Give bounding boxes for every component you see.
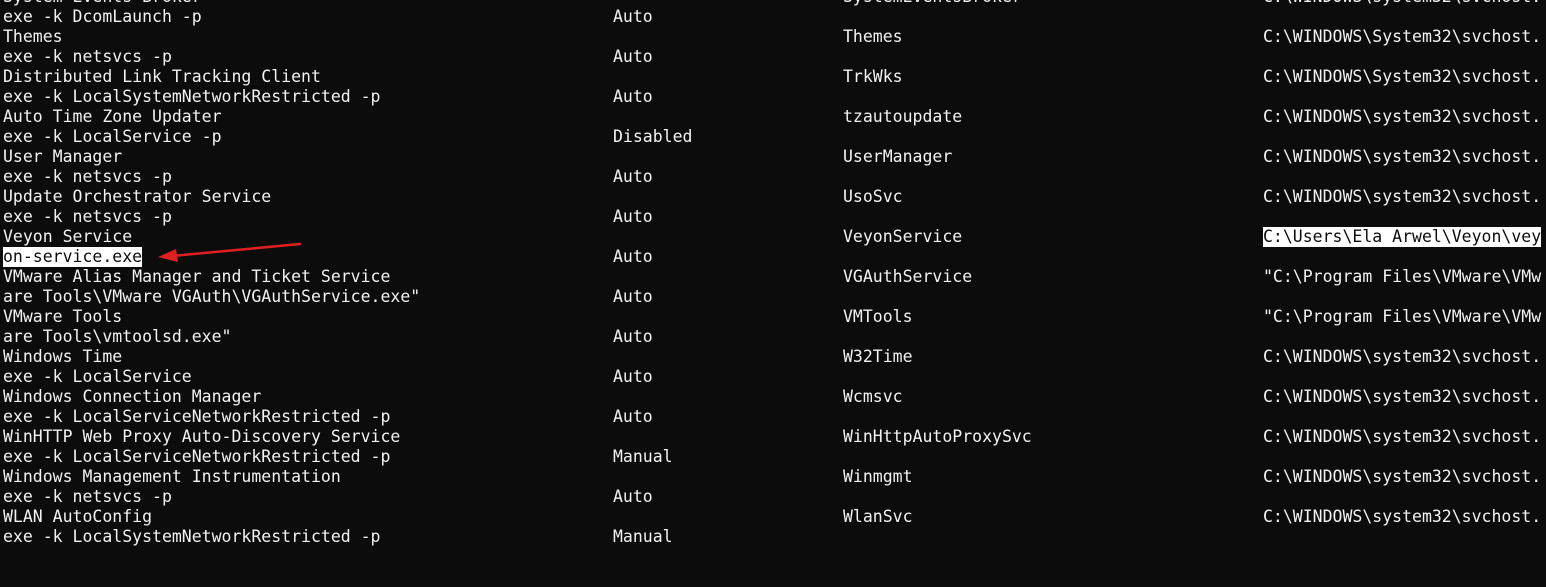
terminal-line: are Tools\VMware VGAuth\VGAuthService.ex… — [0, 287, 1546, 307]
start-mode-cell: Auto — [613, 367, 653, 386]
display-name-cell: exe -k netsvcs -p — [3, 487, 172, 506]
selected-display-name-cell: on-service.exe — [3, 247, 143, 267]
display-name-cell: exe -k DcomLaunch -p — [3, 7, 202, 26]
service-name-cell: WinHttpAutoProxySvc — [843, 427, 1032, 446]
display-name-cell: Veyon Service — [3, 227, 133, 246]
service-name-cell: UserManager — [843, 147, 953, 166]
display-name-cell: exe -k LocalService -p — [3, 127, 222, 146]
terminal-line: exe -k netsvcs -p Auto — [0, 167, 1546, 187]
display-name-cell: Auto Time Zone Updater — [3, 107, 222, 126]
terminal-line: exe -k LocalSystemNetworkRestricted -p Au… — [0, 87, 1546, 107]
path-cell: C:\WINDOWS\system32\svchost. — [1263, 387, 1542, 406]
display-name-cell: exe -k LocalServiceNetworkRestricted -p — [3, 447, 391, 466]
start-mode-cell: Auto — [613, 87, 653, 106]
start-mode-cell: Auto — [613, 287, 653, 306]
display-name-cell: Windows Time — [3, 347, 123, 366]
path-cell: C:\WINDOWS\system32\svchost. — [1263, 0, 1541, 7]
terminal-line: exe -k LocalService Auto — [0, 367, 1546, 387]
service-name-cell: WlanSvc — [843, 507, 913, 526]
terminal-line: exe -k LocalService -p Disabled — [0, 127, 1546, 147]
display-name-cell: exe -k netsvcs -p — [3, 167, 172, 186]
path-cell: C:\WINDOWS\System32\svchost. — [1263, 67, 1542, 86]
path-cell: C:\WINDOWS\system32\svchost. — [1263, 147, 1542, 166]
display-name-cell: Themes — [3, 27, 63, 46]
terminal-line: exe -k netsvcs -p Auto — [0, 47, 1546, 67]
service-name-cell: W32Time — [843, 347, 913, 366]
terminal-line: VMware Tools VMTools "C:\Program Files\VMw… — [0, 307, 1546, 327]
service-name-cell: VeyonService — [843, 227, 963, 246]
selected-path-cell: C:\Users\Ela Arwel\Veyon\vey — [1263, 227, 1542, 247]
terminal-line: are Tools\vmtoolsd.exe" Auto — [0, 327, 1546, 347]
display-name-cell: User Manager — [3, 147, 123, 166]
terminal-line: System Events Broker SystemEventsBroker C:… — [0, 0, 1546, 7]
display-name-cell: Update Orchestrator Service — [3, 187, 272, 206]
service-name-cell: VMTools — [843, 307, 913, 326]
start-mode-cell: Auto — [613, 207, 653, 226]
terminal-line: exe -k LocalServiceNetworkRestricted -p M… — [0, 447, 1546, 467]
terminal-line: exe -k LocalSystemNetworkRestricted -p Ma… — [0, 527, 1546, 547]
terminal-line: exe -k netsvcs -p Auto — [0, 207, 1546, 227]
path-cell: C:\WINDOWS\system32\svchost. — [1263, 467, 1542, 486]
display-name-cell: are Tools\VMware VGAuth\VGAuthService.ex… — [3, 287, 421, 306]
display-name-cell: Windows Management Instrumentation — [3, 467, 341, 486]
display-name-cell: Windows Connection Manager — [3, 387, 262, 406]
terminal-line: exe -k LocalServiceNetworkRestricted -p A… — [0, 407, 1546, 427]
start-mode-cell: Auto — [613, 407, 653, 426]
terminal-line: User Manager UserManager C:\WINDOWS\system… — [0, 147, 1546, 167]
display-name-cell: exe -k netsvcs -p — [3, 207, 172, 226]
terminal-line: Windows Connection Manager Wcmsvc C:\WINDO… — [0, 387, 1546, 407]
start-mode-cell: Auto — [613, 487, 653, 506]
start-mode-cell: Auto — [613, 247, 653, 266]
path-cell: C:\WINDOWS\System32\svchost. — [1263, 27, 1542, 46]
path-cell: C:\WINDOWS\system32\svchost. — [1263, 427, 1542, 446]
terminal-line: WLAN AutoConfig WlanSvc C:\WINDOWS\system3… — [0, 507, 1546, 527]
terminal-line: Windows Management Instrumentation Winmgm… — [0, 467, 1546, 487]
display-name-cell: VMware Tools — [3, 307, 123, 326]
start-mode-cell: Auto — [613, 327, 653, 346]
terminal-line: VMware Alias Manager and Ticket Service V… — [0, 267, 1546, 287]
display-name-cell: WLAN AutoConfig — [3, 507, 153, 526]
terminal-line: WinHTTP Web Proxy Auto-Discovery Service… — [0, 427, 1546, 447]
start-mode-cell: Auto — [613, 7, 653, 26]
display-name-cell: Distributed Link Tracking Client — [3, 67, 321, 86]
start-mode-cell: Auto — [613, 167, 653, 186]
display-name-cell: exe -k LocalService — [3, 367, 192, 386]
terminal-line: on-service.exe Auto — [0, 247, 1546, 267]
path-cell: C:\WINDOWS\system32\svchost. — [1263, 187, 1542, 206]
terminal-line: Veyon Service VeyonService C:\Users\Ela Ar… — [0, 227, 1546, 247]
terminal-line: Themes Themes C:\WINDOWS\System32\svchost. — [0, 27, 1546, 47]
display-name-cell: are Tools\vmtoolsd.exe" — [3, 327, 232, 346]
terminal-line: exe -k DcomLaunch -p Auto — [0, 7, 1546, 27]
service-name-cell: VGAuthService — [843, 267, 973, 286]
display-name-cell: exe -k netsvcs -p — [3, 47, 172, 66]
path-cell: "C:\Program Files\VMware\VMw — [1263, 307, 1542, 326]
path-cell: "C:\Program Files\VMware\VMw — [1263, 267, 1542, 286]
service-name-cell: TrkWks — [843, 67, 903, 86]
display-name-cell: exe -k LocalServiceNetworkRestricted -p — [3, 407, 391, 426]
terminal-line: Distributed Link Tracking Client TrkWks C:… — [0, 67, 1546, 87]
display-name-cell: WinHTTP Web Proxy Auto-Discovery Service — [3, 427, 401, 446]
service-name-cell: Wcmsvc — [843, 387, 903, 406]
terminal-line: Auto Time Zone Updater tzautoupdate C:\WIN… — [0, 107, 1546, 127]
display-name-cell: VMware Alias Manager and Ticket Service — [3, 267, 391, 286]
terminal-line: Update Orchestrator Service UsoSvc C:\WIND… — [0, 187, 1546, 207]
start-mode-cell: Auto — [613, 47, 653, 66]
display-name-cell: exe -k LocalSystemNetworkRestricted -p — [3, 87, 381, 106]
start-mode-cell: Manual — [613, 527, 673, 546]
terminal-output[interactable]: System Events Broker SystemEventsBroker C:… — [0, 0, 1546, 587]
service-name-cell: SystemEventsBroker — [843, 0, 1022, 7]
service-name-cell: Winmgmt — [843, 467, 913, 486]
path-cell: C:\WINDOWS\system32\svchost. — [1263, 347, 1542, 366]
start-mode-cell: Manual — [613, 447, 673, 466]
service-name-cell: UsoSvc — [843, 187, 903, 206]
display-name-cell: exe -k LocalSystemNetworkRestricted -p — [3, 527, 381, 546]
path-cell: C:\WINDOWS\system32\svchost. — [1263, 507, 1542, 526]
path-cell: C:\WINDOWS\system32\svchost. — [1263, 107, 1542, 126]
terminal-line: Windows Time W32Time C:\WINDOWS\system32\s… — [0, 347, 1546, 367]
terminal-line: exe -k netsvcs -p Auto — [0, 487, 1546, 507]
start-mode-cell: Disabled — [613, 127, 693, 146]
service-name-cell: Themes — [843, 27, 903, 46]
display-name-cell: System Events Broker — [3, 0, 202, 7]
service-name-cell: tzautoupdate — [843, 107, 963, 126]
